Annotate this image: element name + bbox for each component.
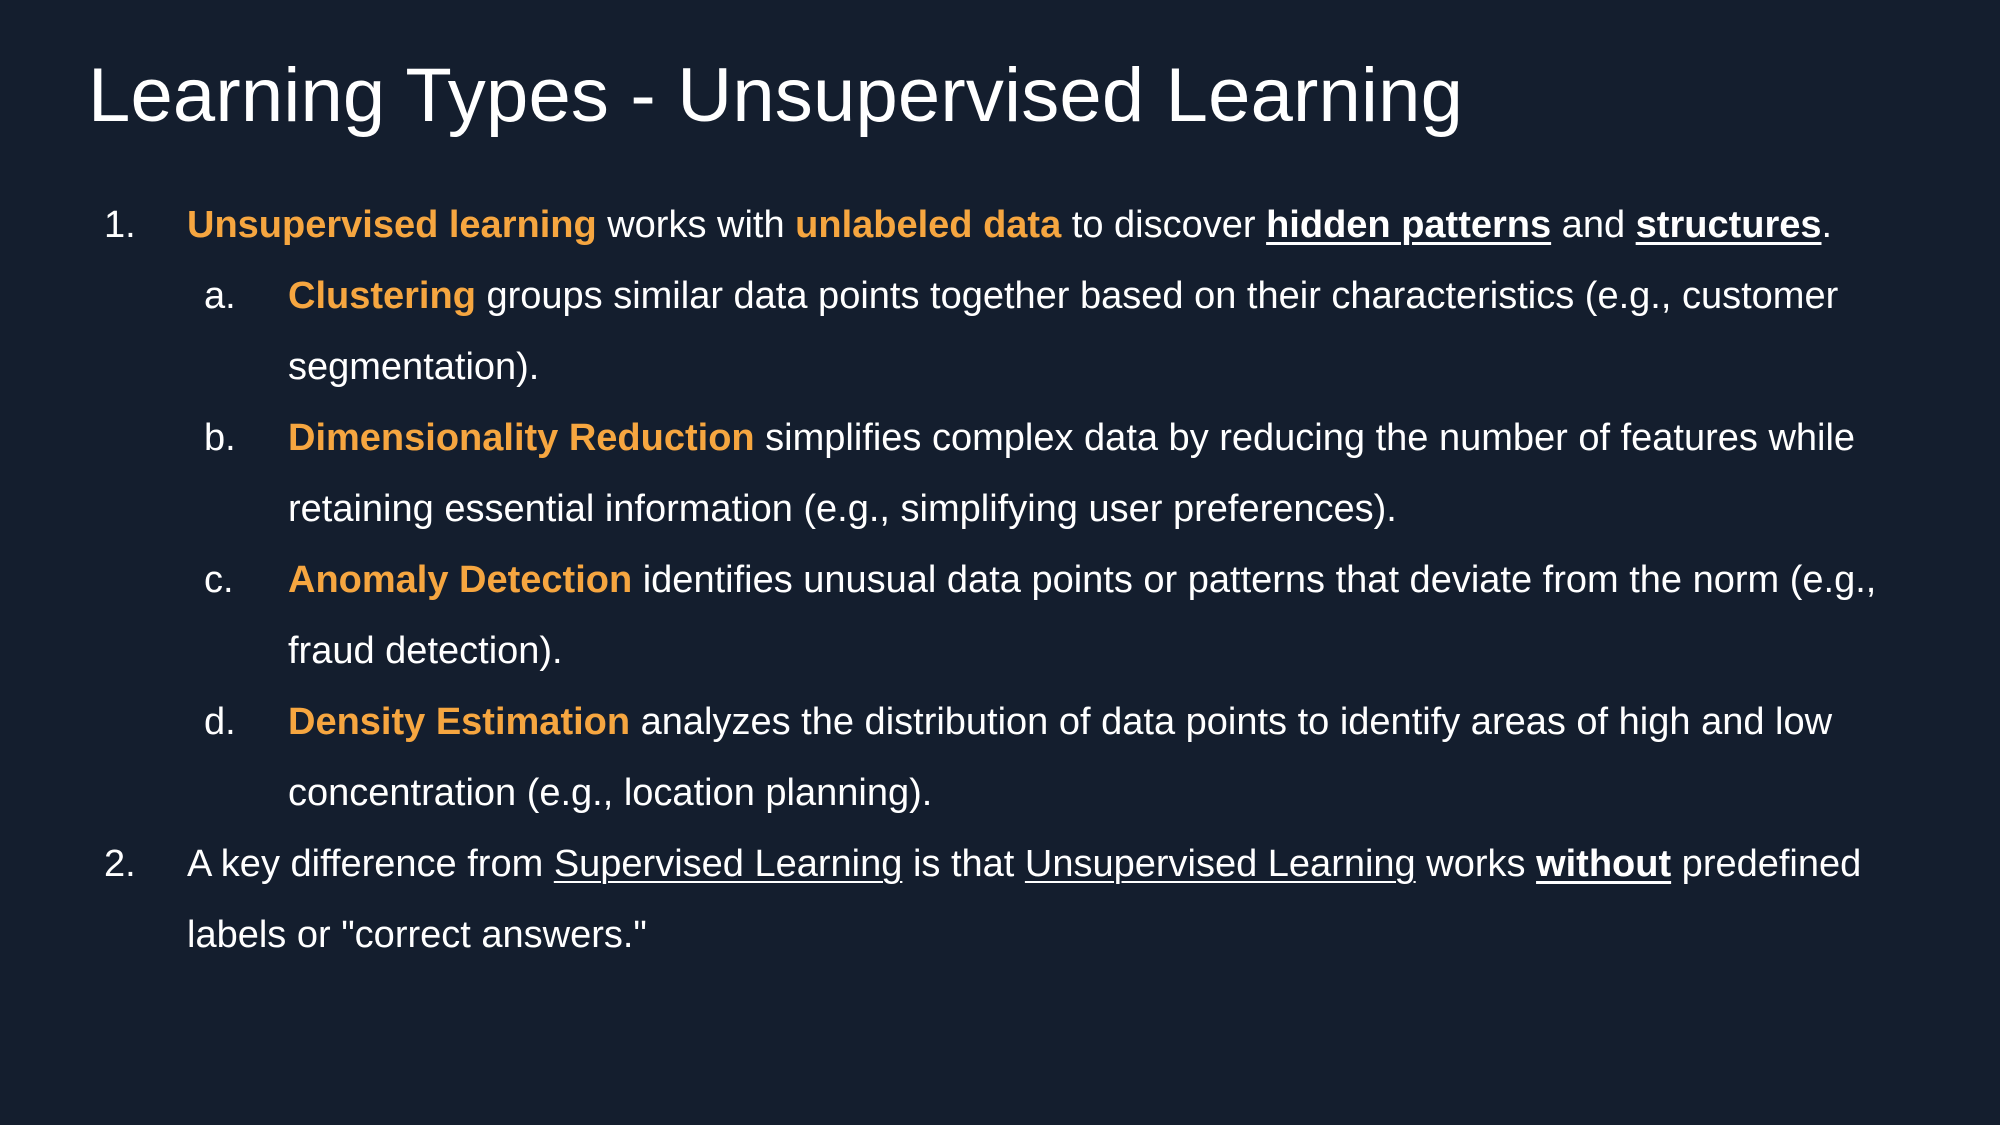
text-run: works with	[596, 204, 796, 246]
bullet-list: 1. Unsupervised learning works with unla…	[0, 190, 2000, 971]
term-unlabeled-data: unlabeled data	[795, 204, 1062, 246]
term-density-estimation: Density Estimation	[288, 701, 631, 743]
list-item-2: 2. A key difference from Supervised Lear…	[0, 829, 1907, 971]
emphasis-hidden-patterns: hidden patterns	[1266, 204, 1552, 246]
term-clustering: Clustering	[288, 275, 476, 317]
list-item-text: Unsupervised learning works with unlabel…	[187, 190, 1907, 261]
emphasis-without: without	[1536, 843, 1672, 885]
slide: Learning Types - Unsupervised Learning 1…	[0, 0, 2000, 1125]
list-item-text: Density Estimation analyzes the distribu…	[288, 687, 1908, 829]
list-marker: a.	[204, 275, 236, 317]
text-run: A key difference from	[187, 843, 554, 885]
text-run: and	[1551, 204, 1636, 246]
text-run: to discover	[1061, 204, 1267, 246]
list-item-d: d. Density Estimation analyzes the distr…	[0, 687, 1908, 829]
list-item-text: Dimensionality Reduction simplifies comp…	[288, 403, 1908, 545]
list-marker: d.	[204, 701, 236, 743]
list-marker: b.	[204, 417, 236, 459]
list-item-text: A key difference from Supervised Learnin…	[187, 829, 1907, 971]
list-marker: 2.	[104, 843, 136, 885]
emphasis-unsupervised-learning: Unsupervised Learning	[1024, 843, 1416, 885]
term-unsupervised-learning: Unsupervised learning	[187, 204, 597, 246]
list-marker: 1.	[104, 204, 136, 246]
list-item-1: 1. Unsupervised learning works with unla…	[0, 190, 1907, 261]
text-run: groups similar data points together base…	[288, 275, 1839, 388]
list-marker: c.	[204, 559, 234, 601]
list-item-a: a. Clustering groups similar data points…	[0, 261, 1908, 403]
text-run: works	[1415, 843, 1537, 885]
list-item-c: c. Anomaly Detection identifies unusual …	[0, 545, 1908, 687]
list-item-b: b. Dimensionality Reduction simplifies c…	[0, 403, 1908, 545]
emphasis-structures: structures	[1635, 204, 1822, 246]
list-item-text: Anomaly Detection identifies unusual dat…	[288, 545, 1908, 687]
emphasis-supervised-learning: Supervised Learning	[553, 843, 903, 885]
list-item-text: Clustering groups similar data points to…	[288, 261, 1908, 403]
text-run: .	[1821, 204, 1833, 246]
slide-title: Learning Types - Unsupervised Learning	[88, 53, 1464, 138]
term-anomaly-detection: Anomaly Detection	[288, 559, 633, 601]
text-run: is that	[902, 843, 1025, 885]
term-dimensionality-reduction: Dimensionality Reduction	[288, 417, 755, 459]
